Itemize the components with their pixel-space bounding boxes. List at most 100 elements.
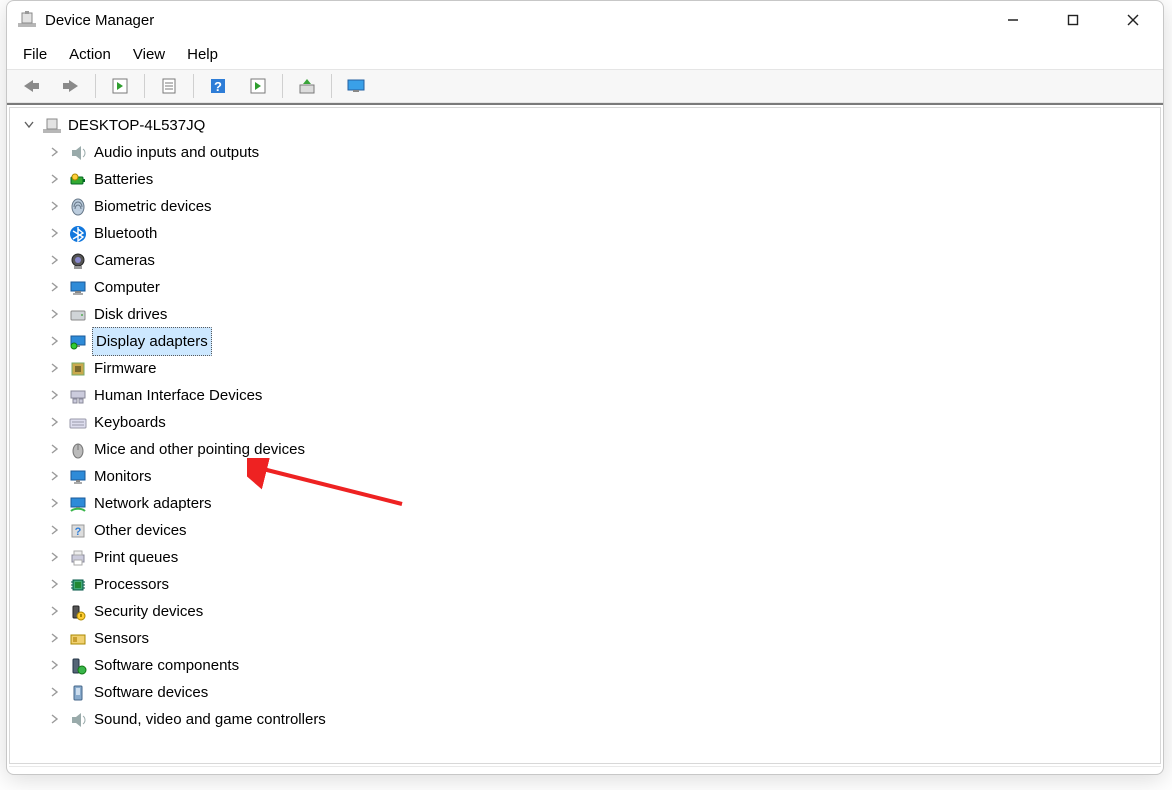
- tree-item-bluetooth[interactable]: Bluetooth: [16, 220, 1154, 247]
- tree-item-firmware[interactable]: Firmware: [16, 355, 1154, 382]
- expander-icon[interactable]: [46, 710, 64, 728]
- sensor-icon: [68, 629, 88, 649]
- speaker-icon: [68, 143, 88, 163]
- tree-item-monitor[interactable]: Monitors: [16, 463, 1154, 490]
- menu-action[interactable]: Action: [59, 43, 121, 66]
- mouse-icon: [68, 440, 88, 460]
- scan-button[interactable]: [338, 72, 374, 100]
- close-button[interactable]: [1103, 1, 1163, 39]
- titlebar: Device Manager: [7, 1, 1163, 39]
- device-tree: DESKTOP-4L537JQ Audio inputs and outputs…: [10, 110, 1160, 735]
- properties-button[interactable]: [151, 72, 187, 100]
- tree-item-label: Monitors: [92, 463, 154, 490]
- tree-item-label: Software devices: [92, 679, 210, 706]
- security-icon: [68, 602, 88, 622]
- expander-icon[interactable]: [46, 683, 64, 701]
- window-title: Device Manager: [45, 12, 154, 29]
- firmware-icon: [68, 359, 88, 379]
- expander-icon[interactable]: [20, 116, 38, 134]
- bluetooth-icon: [68, 224, 88, 244]
- tree-item-display[interactable]: Display adapters: [16, 328, 1154, 355]
- monitor-icon: [68, 467, 88, 487]
- tree-item-label: Biometric devices: [92, 193, 214, 220]
- expander-icon[interactable]: [46, 332, 64, 350]
- toolbar: ?: [7, 69, 1163, 103]
- hid-icon: [68, 386, 88, 406]
- tree-item-other[interactable]: ? Other devices: [16, 517, 1154, 544]
- svg-text:?: ?: [214, 79, 222, 94]
- update-drivers-button[interactable]: [240, 72, 276, 100]
- tree-item-mouse[interactable]: Mice and other pointing devices: [16, 436, 1154, 463]
- tree-item-label: Network adapters: [92, 490, 214, 517]
- help-button[interactable]: ?: [200, 72, 236, 100]
- expander-icon[interactable]: [46, 494, 64, 512]
- tree-item-swcomp[interactable]: Software components: [16, 652, 1154, 679]
- forward-button[interactable]: [53, 72, 89, 100]
- tree-item-disk[interactable]: Disk drives: [16, 301, 1154, 328]
- display-icon: [68, 332, 88, 352]
- tree-item-printer[interactable]: Print queues: [16, 544, 1154, 571]
- tree-item-label: Cameras: [92, 247, 157, 274]
- svg-text:?: ?: [75, 526, 82, 538]
- expander-icon[interactable]: [46, 305, 64, 323]
- fingerprint-icon: [68, 197, 88, 217]
- tree-item-label: Display adapters: [92, 327, 212, 356]
- tree-item-label: Batteries: [92, 166, 155, 193]
- expander-icon[interactable]: [46, 656, 64, 674]
- tree-item-label: Computer: [92, 274, 162, 301]
- keyboard-icon: [68, 413, 88, 433]
- expander-icon[interactable]: [46, 602, 64, 620]
- menu-view[interactable]: View: [123, 43, 175, 66]
- tree-item-network[interactable]: Network adapters: [16, 490, 1154, 517]
- tree-item-label: Audio inputs and outputs: [92, 139, 261, 166]
- show-hidden-button[interactable]: [102, 72, 138, 100]
- tree-item-sound[interactable]: Sound, video and game controllers: [16, 706, 1154, 733]
- tree-item-camera[interactable]: Cameras: [16, 247, 1154, 274]
- expander-icon[interactable]: [46, 143, 64, 161]
- tree-item-sensor[interactable]: Sensors: [16, 625, 1154, 652]
- expander-icon[interactable]: [46, 170, 64, 188]
- expander-icon[interactable]: [46, 386, 64, 404]
- expander-icon[interactable]: [46, 251, 64, 269]
- expander-icon[interactable]: [46, 467, 64, 485]
- tree-item-label: Print queues: [92, 544, 180, 571]
- tree-item-speaker[interactable]: Audio inputs and outputs: [16, 139, 1154, 166]
- menu-help[interactable]: Help: [177, 43, 228, 66]
- tree-item-hid[interactable]: Human Interface Devices: [16, 382, 1154, 409]
- device-tree-scroll[interactable]: DESKTOP-4L537JQ Audio inputs and outputs…: [9, 107, 1161, 764]
- tree-item-label: Software components: [92, 652, 241, 679]
- tree-item-fingerprint[interactable]: Biometric devices: [16, 193, 1154, 220]
- expander-icon[interactable]: [46, 440, 64, 458]
- tree-item-label: Sensors: [92, 625, 151, 652]
- expander-icon[interactable]: [46, 629, 64, 647]
- tree-item-keyboard[interactable]: Keyboards: [16, 409, 1154, 436]
- camera-icon: [68, 251, 88, 271]
- tree-item-label: Human Interface Devices: [92, 382, 264, 409]
- tree-item-label: Security devices: [92, 598, 205, 625]
- tree-item-label: Other devices: [92, 517, 189, 544]
- printer-icon: [68, 548, 88, 568]
- tree-root-label: DESKTOP-4L537JQ: [66, 112, 207, 139]
- tree-item-battery[interactable]: Batteries: [16, 166, 1154, 193]
- expander-icon[interactable]: [46, 197, 64, 215]
- expander-icon[interactable]: [46, 278, 64, 296]
- uninstall-button[interactable]: [289, 72, 325, 100]
- tree-root-row[interactable]: DESKTOP-4L537JQ: [16, 112, 1154, 139]
- expander-icon[interactable]: [46, 359, 64, 377]
- minimize-button[interactable]: [983, 1, 1043, 39]
- menu-file[interactable]: File: [13, 43, 57, 66]
- expander-icon[interactable]: [46, 548, 64, 566]
- back-button[interactable]: [13, 72, 49, 100]
- expander-icon[interactable]: [46, 575, 64, 593]
- tree-item-swdev[interactable]: Software devices: [16, 679, 1154, 706]
- processor-icon: [68, 575, 88, 595]
- expander-icon[interactable]: [46, 224, 64, 242]
- tree-item-security[interactable]: Security devices: [16, 598, 1154, 625]
- tree-item-computer[interactable]: Computer: [16, 274, 1154, 301]
- expander-icon[interactable]: [46, 413, 64, 431]
- maximize-button[interactable]: [1043, 1, 1103, 39]
- tree-item-processor[interactable]: Processors: [16, 571, 1154, 598]
- tree-item-label: Firmware: [92, 355, 159, 382]
- expander-icon[interactable]: [46, 521, 64, 539]
- battery-icon: [68, 170, 88, 190]
